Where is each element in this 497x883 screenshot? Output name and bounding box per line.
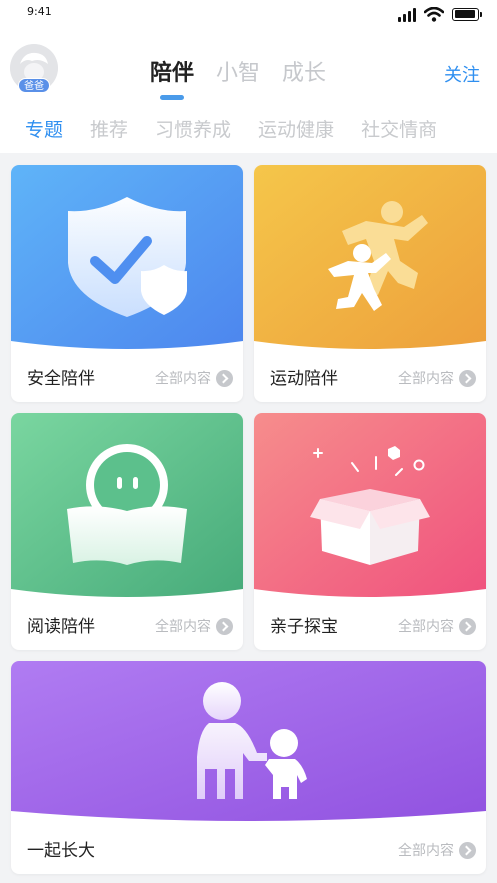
card-more-link[interactable]: 全部内容 xyxy=(398,840,476,860)
card-reading-companion[interactable]: 阅读陪伴 全部内容 xyxy=(11,413,243,650)
card-grow-together[interactable]: 一起长大 全部内容 xyxy=(11,661,486,874)
card-safety-art xyxy=(11,165,243,350)
battery-level xyxy=(454,10,476,18)
status-icons xyxy=(398,6,482,22)
card-more-label: 全部内容 xyxy=(155,371,211,387)
avatar-role-badge: 爸爸 xyxy=(18,78,50,93)
card-title: 运动陪伴 xyxy=(270,369,338,389)
header: 爸爸 陪伴 小智 成长 关注 专题 推荐 习惯养成 运动健康 社交情商 xyxy=(0,30,497,153)
card-more-link[interactable]: 全部内容 xyxy=(398,368,476,388)
card-treasure-art xyxy=(254,413,486,598)
card-more-link[interactable]: 全部内容 xyxy=(155,368,233,388)
wifi-icon xyxy=(424,6,444,22)
card-more-link[interactable]: 全部内容 xyxy=(155,616,233,636)
chevron-right-icon xyxy=(459,369,476,387)
chevron-right-icon xyxy=(459,841,476,859)
card-title: 安全陪伴 xyxy=(27,369,95,389)
cellular-signal-icon xyxy=(398,6,416,22)
card-sports-companion[interactable]: 运动陪伴 全部内容 xyxy=(254,165,486,402)
card-title: 亲子探宝 xyxy=(270,617,338,637)
card-safety-companion[interactable]: 安全陪伴 全部内容 xyxy=(11,165,243,402)
subtab-sports-health[interactable]: 运动健康 xyxy=(258,115,334,142)
battery-icon xyxy=(452,7,482,21)
subtab-social-eq[interactable]: 社交情商 xyxy=(361,115,437,142)
subtab-recommend[interactable]: 推荐 xyxy=(90,115,128,142)
tab-xiaozhi[interactable]: 小智 xyxy=(216,58,260,90)
status-time: 9:41 xyxy=(27,5,52,18)
card-more-label: 全部内容 xyxy=(398,843,454,859)
tab-growth[interactable]: 成长 xyxy=(282,58,326,90)
chevron-right-icon xyxy=(216,369,233,387)
tab-companion[interactable]: 陪伴 xyxy=(150,58,194,100)
card-sports-art xyxy=(254,165,486,350)
app-screen: 9:41 爸爸 陪伴 小智 成长 关注 专题 推荐 习惯养成 运动健康 社交情商… xyxy=(0,0,497,883)
card-more-label: 全部内容 xyxy=(155,619,211,635)
card-grow-art xyxy=(11,661,486,823)
card-more-label: 全部内容 xyxy=(398,619,454,635)
card-reading-art xyxy=(11,413,243,598)
chevron-right-icon xyxy=(459,617,476,635)
main-tabs: 陪伴 小智 成长 xyxy=(150,58,326,100)
subtab-topics[interactable]: 专题 xyxy=(25,115,63,142)
subtab-habits[interactable]: 习惯养成 xyxy=(155,115,231,142)
follow-button[interactable]: 关注 xyxy=(444,61,480,87)
card-treasure-hunt[interactable]: 亲子探宝 全部内容 xyxy=(254,413,486,650)
card-title: 一起长大 xyxy=(27,841,95,861)
card-more-label: 全部内容 xyxy=(398,371,454,387)
card-more-link[interactable]: 全部内容 xyxy=(398,616,476,636)
card-title: 阅读陪伴 xyxy=(27,617,95,637)
sub-tabs: 专题 推荐 习惯养成 运动健康 社交情商 xyxy=(25,115,437,142)
chevron-right-icon xyxy=(216,617,233,635)
status-bar: 9:41 xyxy=(0,0,497,30)
